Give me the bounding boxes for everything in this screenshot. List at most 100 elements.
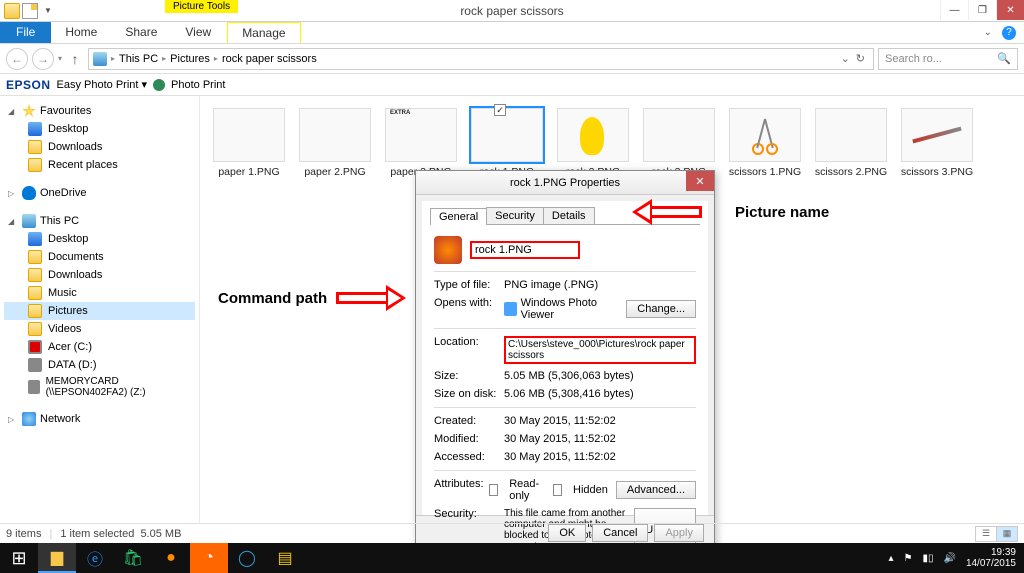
close-button[interactable]: ✕ bbox=[996, 0, 1024, 20]
address-bar: ← → ▾ ↑ ▸ This PC ▸ Pictures ▸ rock pape… bbox=[0, 44, 1024, 74]
nav-pc-videos[interactable]: Videos bbox=[4, 320, 195, 338]
nav-thispc[interactable]: ◢This PC bbox=[4, 212, 195, 230]
nav-pc-acer[interactable]: Acer (C:) bbox=[4, 338, 195, 356]
viewer-icon bbox=[504, 302, 517, 316]
file-item[interactable]: scissors 3.PNG bbox=[896, 108, 978, 178]
nav-pc-memcard[interactable]: MEMORYCARD (\\EPSON402FA2) (Z:) bbox=[4, 374, 195, 400]
nav-history-dropdown[interactable]: ▾ bbox=[58, 54, 62, 63]
file-item[interactable]: paper 1.PNG bbox=[208, 108, 290, 178]
epson-easy-print[interactable]: Easy Photo Print ▾ bbox=[57, 78, 148, 91]
file-item[interactable]: paper 2.PNG bbox=[294, 108, 376, 178]
tray-clock[interactable]: 19:39 14/07/2015 bbox=[966, 547, 1016, 569]
thumbnails-view-button[interactable]: ▦ bbox=[996, 526, 1018, 542]
epson-logo: EPSON bbox=[6, 78, 51, 92]
address-dropdown-icon[interactable]: ⌄ bbox=[841, 52, 850, 65]
tab-home[interactable]: Home bbox=[51, 22, 111, 43]
taskbar-ie[interactable]: ⓔ bbox=[76, 543, 114, 573]
tab-share[interactable]: Share bbox=[111, 22, 171, 43]
file-item[interactable]: rock 2.PNG bbox=[552, 108, 634, 178]
file-item[interactable]: scissors 2.PNG bbox=[810, 108, 892, 178]
tab-general[interactable]: General bbox=[430, 208, 487, 225]
maximize-button[interactable]: ❐ bbox=[968, 0, 996, 20]
nav-favourites[interactable]: ◢Favourites bbox=[4, 102, 195, 120]
tab-security[interactable]: Security bbox=[486, 207, 544, 224]
thispc-icon bbox=[22, 214, 36, 228]
tray-up-icon[interactable]: ▴ bbox=[888, 553, 893, 564]
file-item-selected[interactable]: ✓rock 1.PNG bbox=[466, 108, 548, 178]
crumb-thispc[interactable]: This PC bbox=[119, 53, 158, 65]
change-button[interactable]: Change... bbox=[626, 300, 696, 318]
nav-fav-downloads[interactable]: Downloads bbox=[4, 138, 195, 156]
minimize-button[interactable]: — bbox=[940, 0, 968, 20]
navigation-pane: ◢Favourites Desktop Downloads Recent pla… bbox=[0, 96, 200, 523]
details-view-button[interactable]: ☰ bbox=[975, 526, 997, 542]
status-size: 5.05 MB bbox=[140, 528, 181, 540]
nav-pc-pictures[interactable]: Pictures bbox=[4, 302, 195, 320]
epson-photo-icon bbox=[153, 79, 165, 91]
tray-flag-icon[interactable]: ⚑ bbox=[904, 553, 913, 564]
file-item[interactable]: paper 3.PNG bbox=[380, 108, 462, 178]
dialog-titlebar[interactable]: rock 1.PNG Properties ✕ bbox=[416, 171, 714, 195]
ribbon-expand-icon[interactable]: ⌄ bbox=[984, 27, 992, 38]
nav-pc-desktop[interactable]: Desktop bbox=[4, 230, 195, 248]
new-folder-icon[interactable] bbox=[22, 3, 38, 19]
location-value: C:\Users\steve_000\Pictures\rock paper s… bbox=[504, 336, 696, 364]
epson-toolbar: EPSON Easy Photo Print ▾ Photo Print bbox=[0, 74, 1024, 96]
nav-fav-recent[interactable]: Recent places bbox=[4, 156, 195, 174]
status-selected: 1 item selected bbox=[60, 528, 134, 540]
hidden-checkbox[interactable] bbox=[553, 484, 562, 496]
crumb-pictures[interactable]: Pictures bbox=[170, 53, 210, 65]
search-placeholder: Search ro... bbox=[885, 53, 942, 65]
start-button[interactable]: ⊞ bbox=[0, 543, 38, 573]
tab-manage[interactable]: Manage bbox=[227, 22, 300, 43]
readonly-checkbox[interactable] bbox=[489, 484, 498, 496]
annotation-arrow-name bbox=[632, 201, 702, 223]
nav-pc-documents[interactable]: Documents bbox=[4, 248, 195, 266]
nav-back-button[interactable]: ← bbox=[6, 48, 28, 70]
advanced-button[interactable]: Advanced... bbox=[616, 481, 696, 499]
system-tray: ▴ ⚑ ▮▯ 🔊 19:39 14/07/2015 bbox=[888, 547, 1024, 569]
nav-up-button[interactable]: ↑ bbox=[66, 51, 84, 67]
checkbox-icon[interactable]: ✓ bbox=[494, 104, 506, 116]
crumb-folder[interactable]: rock paper scissors bbox=[222, 53, 317, 65]
tab-details[interactable]: Details bbox=[543, 207, 595, 224]
nav-onedrive[interactable]: ▷OneDrive bbox=[4, 184, 195, 202]
qat-dropdown-icon[interactable]: ▼ bbox=[40, 6, 56, 15]
refresh-icon[interactable]: ↻ bbox=[856, 52, 865, 65]
nav-forward-button[interactable]: → bbox=[32, 48, 54, 70]
taskbar-app-note[interactable]: ▤ bbox=[266, 543, 304, 573]
status-item-count: 9 items bbox=[6, 528, 41, 540]
taskbar-explorer[interactable]: ▆ bbox=[38, 543, 76, 573]
ribbon-tabs: File Home Share View Manage ⌄ ? bbox=[0, 22, 1024, 44]
dialog-close-button[interactable]: ✕ bbox=[686, 171, 714, 191]
taskbar-firefox[interactable]: ● bbox=[152, 543, 190, 573]
file-tab[interactable]: File bbox=[0, 22, 51, 43]
tab-view[interactable]: View bbox=[171, 22, 225, 43]
taskbar: ⊞ ▆ ⓔ 🛍 ● ◔ ◯ ▤ ▴ ⚑ ▮▯ 🔊 19:39 14/07/201… bbox=[0, 543, 1024, 573]
nav-pc-music[interactable]: Music bbox=[4, 284, 195, 302]
tray-volume-icon[interactable]: 🔊 bbox=[943, 553, 955, 564]
taskbar-app-circle[interactable]: ◯ bbox=[228, 543, 266, 573]
nav-fav-desktop[interactable]: Desktop bbox=[4, 120, 195, 138]
filename-input[interactable] bbox=[470, 241, 580, 259]
file-item[interactable]: scissors 1.PNG bbox=[724, 108, 806, 178]
nav-network[interactable]: ▷Network bbox=[4, 410, 195, 428]
tray-network-icon[interactable]: ▮▯ bbox=[922, 553, 933, 564]
search-input[interactable]: Search ro... 🔍 bbox=[878, 48, 1018, 70]
search-icon: 🔍 bbox=[997, 52, 1011, 65]
folder-icon[interactable] bbox=[4, 3, 20, 19]
epson-photo-print[interactable]: Photo Print bbox=[171, 79, 225, 91]
folder-icon bbox=[28, 140, 42, 154]
star-icon bbox=[22, 104, 36, 118]
annotation-arrow-path bbox=[336, 287, 406, 309]
recent-icon bbox=[28, 158, 42, 172]
thispc-icon bbox=[93, 52, 107, 66]
address-field[interactable]: ▸ This PC ▸ Pictures ▸ rock paper scisso… bbox=[88, 48, 874, 70]
help-icon[interactable]: ? bbox=[1002, 26, 1016, 40]
taskbar-store[interactable]: 🛍 bbox=[114, 543, 152, 573]
nav-pc-downloads[interactable]: Downloads bbox=[4, 266, 195, 284]
nav-pc-data[interactable]: DATA (D:) bbox=[4, 356, 195, 374]
taskbar-app-orange[interactable]: ◔ bbox=[190, 543, 228, 573]
file-item[interactable]: rock 3.PNG bbox=[638, 108, 720, 178]
file-type-icon bbox=[434, 236, 462, 264]
